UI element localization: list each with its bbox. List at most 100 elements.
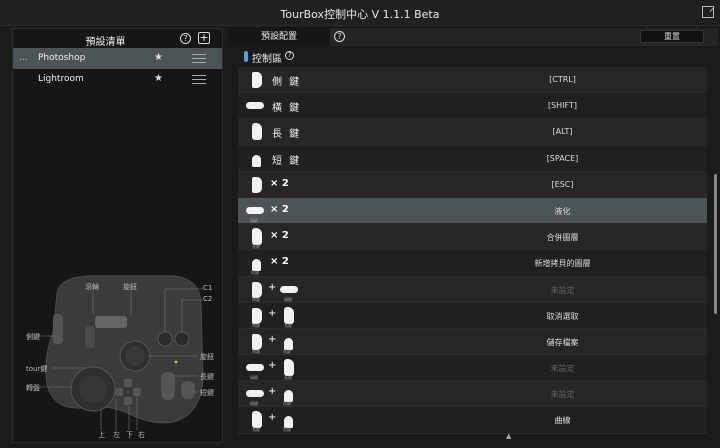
key-name: 長 鍵 [272,129,302,141]
mapping-list: 側 鍵 [CTRL] 橫 鍵 [SHIFT] 長 鍵 [ALT] 短 鍵 [SP… [238,67,707,443]
tab-preset-config[interactable]: 預設配置 [228,28,330,46]
config-panel: 預設配置 ? 重置 控制區 ? 側 鍵 [CTRL] 橫 鍵 [SHIFT] 長 [228,28,718,443]
more-icon[interactable]: ... [19,53,28,63]
side-key-icon [252,333,262,350]
section-title: 控制區 [252,54,282,65]
key-name: 側 鍵 [272,77,302,88]
star-icon[interactable]: ★ [154,52,163,63]
function-value: 未設定 [550,285,575,295]
mapping-row[interactable]: 橫鍵 + 短鍵 未設定 [238,381,707,408]
function-value: [ESC] [551,179,574,189]
key-combo: 橫鍵 + 長鍵 [246,355,376,381]
bar-key-icon [246,364,264,372]
mapping-row[interactable]: 側鍵 + 橫鍵 未設定 [238,276,707,303]
reset-button[interactable]: 重置 [640,30,704,43]
function-value: 未設定 [550,390,575,400]
function-value: [SPACE] [546,153,579,163]
key-caption: 長鍵 [284,375,292,381]
plus-sign: + [268,307,277,319]
bar-key-icon [246,390,264,398]
help-icon[interactable]: ? [180,33,191,44]
mapping-row[interactable]: 橫 鍵 [SHIFT] [238,93,707,120]
key-combo: × 2 [246,172,376,198]
long-key-icon [252,123,262,141]
help-icon[interactable]: ? [285,51,294,60]
bar-key-icon [246,102,264,110]
key-caption: 長鍵 [252,427,260,433]
plus-sign: + [268,360,277,372]
plus-sign: + [268,281,277,293]
mapping-row[interactable]: 側鍵 + 短鍵 儲存檔案 [238,328,707,356]
title-bar: TourBox控制中心 V 1.1.1 Beta [0,0,720,26]
chevron-up-icon[interactable]: ▲ [506,432,511,440]
key-combo: 短鍵 × 2 [246,250,376,276]
short-key-icon [252,154,261,167]
key-caption: 短鍵 [283,401,291,407]
mapping-row[interactable]: 長鍵 + 短鍵 曲線 [238,407,707,434]
key-combo: 長 鍵 [246,119,376,145]
preset-list-header: 預設清單 ? + [13,29,222,48]
mapping-row[interactable]: 側 鍵 [CTRL] [238,67,707,94]
label-right: 右 [138,431,145,439]
preset-item-photoshop[interactable]: ... Photoshop ★ [13,48,222,69]
preset-name: Photoshop [38,53,86,63]
section-marker [244,51,248,62]
label-c2: C2 [203,295,213,303]
key-caption: 橫鍵 [284,296,292,302]
function-value: 儲存檔案 [546,337,579,347]
mapping-row-selected[interactable]: 橫鍵 × 2 液化 [238,197,707,225]
drag-handle-icon[interactable] [192,75,206,87]
tourbox-device-illustration [39,275,204,430]
preset-list-title: 預設清單 [85,37,126,48]
mapping-row[interactable]: × 2 [ESC] [238,171,707,198]
function-value: 新增拷貝的圖層 [534,259,591,269]
long-key-icon [284,359,294,377]
mapping-row[interactable]: 長鍵 × 2 合併圖層 [238,224,707,251]
key-caption: 短鍵 [251,270,259,276]
bar-key-icon [280,285,298,293]
drag-handle-icon[interactable] [192,54,206,66]
app-title: TourBox控制中心 V 1.1.1 Beta [280,8,440,21]
label-knob: 旋鈕 [123,283,137,291]
help-icon[interactable]: ? [334,31,345,42]
tab-bar: 預設配置 ? 重置 [228,28,718,46]
key-combo: 橫 鍵 [246,93,376,119]
section-header: 控制區 ? [228,46,718,66]
label-left: 左 [113,431,120,439]
double-press-label: × 2 [270,230,289,242]
side-key-icon [252,176,262,193]
function-value: 液化 [554,206,571,216]
key-caption: 短鍵 [283,348,291,354]
mapping-row[interactable]: 側鍵 + 長鍵 取消選取 [238,302,707,329]
key-combo: 短 鍵 [246,146,376,172]
long-key-icon [252,411,262,429]
function-value: 未設定 [550,364,575,374]
mapping-row[interactable]: 橫鍵 + 長鍵 未設定 [238,355,707,382]
star-icon[interactable]: ★ [154,73,163,84]
function-value: [SHIFT] [547,101,578,111]
label-side: 側鍵 [26,333,40,341]
scrollbar-thumb[interactable] [714,174,717,314]
preset-item-lightroom[interactable]: Lightroom ★ [13,69,222,90]
mapping-row[interactable]: 長 鍵 [ALT] [238,119,707,146]
double-press-label: × 2 [270,203,289,215]
key-caption: 長鍵 [284,322,292,328]
label-turntable: 轉盤 [26,384,40,392]
key-caption: 側鍵 [252,348,260,354]
mapping-row[interactable]: 短 鍵 [SPACE] [238,145,707,172]
key-caption: 長鍵 [252,244,260,250]
key-combo: 側 鍵 [246,67,376,93]
long-key-icon [284,306,294,324]
function-value: 取消選取 [546,311,579,321]
label-c1: C1 [203,284,213,292]
add-preset-icon[interactable]: + [198,32,210,44]
key-combo: 側鍵 + 短鍵 [246,329,376,355]
exit-icon[interactable] [702,6,714,18]
mapping-row[interactable]: 短鍵 × 2 新增拷貝的圖層 [238,250,707,277]
plus-sign: + [268,386,277,398]
key-caption: 側鍵 [252,296,260,302]
side-key-icon [252,307,262,324]
key-name: 橫 鍵 [272,103,302,115]
label-dial: 旋鈕 [200,353,214,361]
plus-sign: + [268,412,277,424]
